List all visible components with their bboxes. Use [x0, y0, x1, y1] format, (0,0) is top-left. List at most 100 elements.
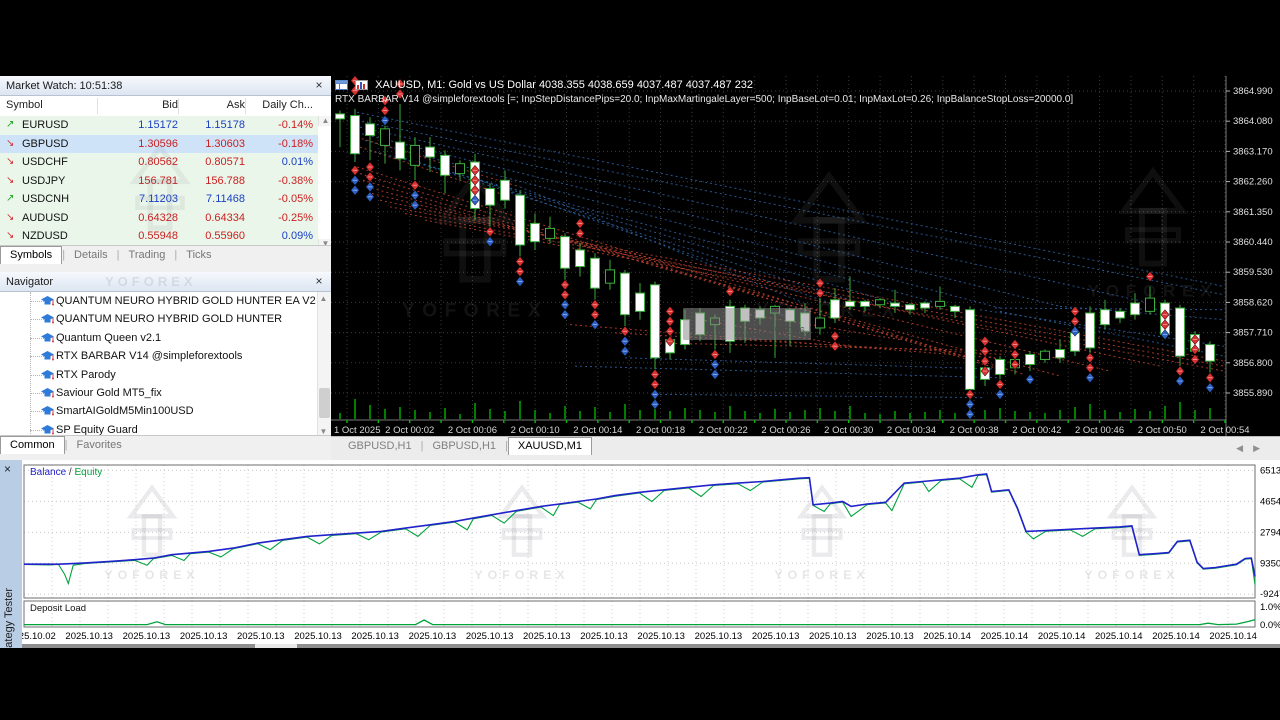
ask-value: 0.80571 [178, 156, 245, 168]
market-watch-title: Market Watch: 10:51:38 [6, 80, 122, 92]
expert-advisor-icon [40, 295, 55, 310]
market-watch-header[interactable]: Symbol BidAskDaily Ch... [0, 96, 331, 117]
market-watch-titlebar[interactable]: Market Watch: 10:51:38 × [0, 76, 331, 96]
column-ask[interactable]: Ask [178, 99, 245, 111]
candle [561, 237, 570, 269]
scroll-left-icon[interactable]: ◀ [1236, 443, 1253, 453]
candle [441, 155, 450, 175]
candle [411, 145, 420, 165]
scrollbar-thumb[interactable] [255, 644, 297, 648]
scroll-up-icon[interactable]: ▲ [318, 116, 332, 126]
market-watch-tab-details[interactable]: Details [65, 247, 117, 264]
navigator-item[interactable]: RTX Parody [0, 366, 316, 385]
time-axis-label: 2 Oct 00:42 [1012, 425, 1061, 436]
market-watch-tab-ticks[interactable]: Ticks [177, 247, 220, 264]
candle [1131, 303, 1140, 315]
strategy-tester-tabstrip[interactable]: × Strategy Tester [0, 460, 23, 648]
chart-window[interactable]: YOFOREXYOFOREXYOFOREX3856.7063864.990386… [331, 76, 1280, 436]
scroll-up-icon[interactable]: ▲ [317, 294, 330, 303]
balance-equity-chart[interactable]: YOFOREXYOFOREXYOFOREXYOFOREXBalance / Eq… [22, 460, 1280, 644]
symbol-label: USDCHF [22, 156, 68, 168]
time-axis-label: 2 Oct 00:34 [887, 425, 936, 436]
scroll-right-icon[interactable]: ▶ [1253, 443, 1270, 453]
daily-change-value: 0.09% [245, 230, 313, 242]
market-watch-row-usdjpy[interactable]: ↘USDJPY156.781156.788-0.38% [0, 172, 318, 191]
price-axis-label: 3855.890 [1233, 388, 1273, 399]
navigator-tab-common[interactable]: Common [0, 436, 65, 454]
navigator-item[interactable]: Quantum Queen v2.1 [0, 329, 316, 348]
column-bid[interactable]: Bid [100, 99, 178, 111]
trend-down-icon: ↘ [6, 156, 14, 167]
navigator-item[interactable]: SmartAIGoldM5Min100USD [0, 402, 316, 421]
navigator-item[interactable]: RTX BARBAR V14 @simpleforextools [0, 347, 316, 366]
balance-axis-label: 46543 [1260, 496, 1280, 507]
expert-advisor-name: RTX Parody [56, 369, 116, 381]
candle [501, 180, 510, 200]
date-axis-label: 2025.10.14 [923, 631, 971, 642]
market-watch-row-gbpusd[interactable]: ↘GBPUSD1.305961.30603-0.18% [0, 135, 318, 154]
price-axis-label: 3864.080 [1233, 116, 1273, 127]
candlestick-chart[interactable]: YOFOREXYOFOREXYOFOREX3856.7063864.990386… [331, 76, 1280, 436]
close-icon[interactable]: × [312, 76, 326, 96]
navigator-scrollbar[interactable] [317, 292, 331, 435]
candle [546, 228, 555, 238]
bid-value: 1.30596 [100, 138, 178, 150]
deposit-load-label: Deposit Load [30, 603, 86, 614]
chart-tab-gbpusd-h1[interactable]: GBPUSD,H1 [423, 438, 505, 455]
date-axis-label: 2025.10.13 [351, 631, 399, 642]
chart-tab-gbpusd-h1[interactable]: GBPUSD,H1 [339, 438, 421, 455]
market-watch-row-eurusd[interactable]: ↗EURUSD1.151721.15178-0.14% [0, 116, 318, 135]
date-axis-label: 2025.10.13 [637, 631, 685, 642]
chart-tabbar: GBPUSD,H1|GBPUSD,H1|XAUUSD,M1 ◀▶ [331, 436, 1280, 460]
candle [351, 116, 360, 154]
market-watch-panel: Market Watch: 10:51:38 × Symbol BidAskDai… [0, 76, 331, 266]
expert-advisor-name: Quantum Queen v2.1 [56, 332, 161, 344]
candle [936, 301, 945, 306]
market-watch-tab-trading[interactable]: Trading [120, 247, 175, 264]
daily-change-value: 0.01% [245, 156, 313, 168]
trend-down-icon: ↘ [6, 138, 14, 149]
expert-advisor-name: SmartAIGoldM5Min100USD [56, 405, 194, 417]
navigator-tab-favorites[interactable]: Favorites [67, 437, 130, 454]
market-watch-row-nzdusd[interactable]: ↘NZDUSD0.559480.559600.09% [0, 227, 318, 246]
time-axis-label: 1 Oct 2025 [334, 425, 380, 436]
scrollbar-thumb[interactable] [319, 388, 330, 418]
candle [606, 270, 615, 283]
market-watch-row-audusd[interactable]: ↘AUDUSD0.643280.64334-0.25% [0, 209, 318, 228]
expert-advisor-name: SP Equity Guard [56, 424, 138, 436]
data-window-icon[interactable] [335, 80, 348, 93]
navigator-item[interactable]: QUANTUM NEURO HYBRID GOLD HUNTER EA V2. [0, 292, 316, 311]
tester-scrollbar[interactable] [22, 644, 1280, 648]
chart-tab-xauusd-m1[interactable]: XAUUSD,M1 [508, 437, 592, 455]
strategy-tester-panel: × Strategy Tester YOFOREXYOFOREXYOFOREXY… [0, 460, 1280, 648]
ask-value: 1.15178 [178, 119, 245, 131]
date-axis-label: 2025.10.14 [981, 631, 1029, 642]
column-symbol[interactable]: Symbol [6, 99, 43, 111]
svg-text:YOFOREX: YOFOREX [104, 568, 199, 582]
market-watch-tab-symbols[interactable]: Symbols [0, 246, 62, 264]
market-watch-row-usdchf[interactable]: ↘USDCHF0.805620.805710.01% [0, 153, 318, 172]
column-daily-change[interactable]: Daily Ch... [245, 99, 313, 111]
daily-change-value: -0.25% [245, 212, 313, 224]
trade-tooltip: 3856.706 [683, 308, 811, 340]
time-axis-label: 2 Oct 00:46 [1075, 425, 1124, 436]
symbol-label: GBPUSD [22, 138, 68, 150]
strategy-tester-tab-label[interactable]: Strategy Tester [3, 588, 15, 648]
column-divider [97, 98, 98, 114]
trend-up-icon: ↗ [6, 193, 14, 204]
date-axis-label: 2025.10.13 [123, 631, 171, 642]
close-icon[interactable]: × [4, 462, 11, 476]
navigator-item[interactable]: QUANTUM NEURO HYBRID GOLD HUNTER [0, 310, 316, 329]
candle [456, 164, 465, 174]
candle [531, 223, 540, 241]
time-axis-label: 2 Oct 00:10 [511, 425, 560, 436]
balance-axis-label: 65139 [1260, 465, 1280, 476]
price-axis-label: 3858.620 [1233, 297, 1273, 308]
close-icon[interactable]: × [312, 272, 326, 292]
market-watch-row-usdcnh[interactable]: ↗USDCNH7.112037.11468-0.05% [0, 190, 318, 209]
tick-chart-icon[interactable] [355, 80, 368, 93]
time-axis-label: 2 Oct 00:54 [1200, 425, 1249, 436]
bid-value: 1.15172 [100, 119, 178, 131]
navigator-item[interactable]: Saviour Gold MT5_fix [0, 384, 316, 403]
tab-scroll-arrows[interactable]: ◀▶ [1236, 443, 1270, 454]
